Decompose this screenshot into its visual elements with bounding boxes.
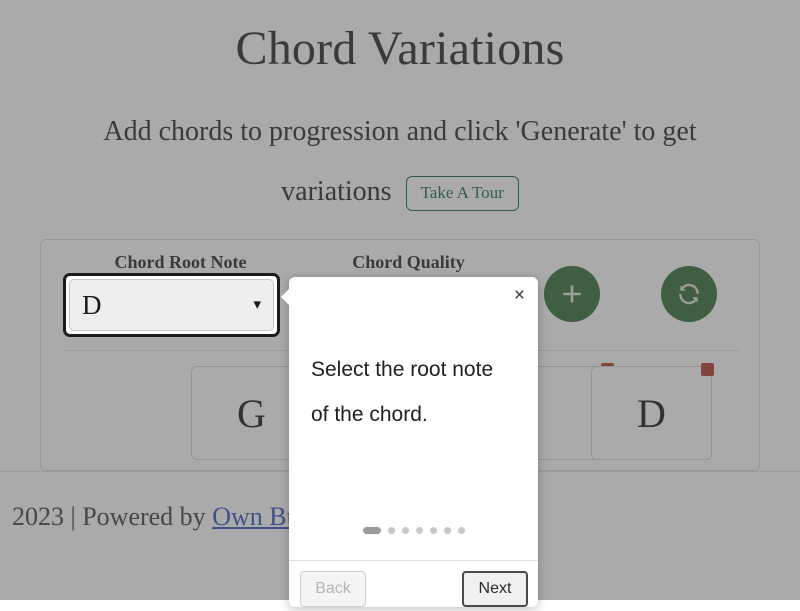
chord-root-note-select[interactable]: D ▾ <box>69 279 274 331</box>
tour-dot[interactable] <box>415 527 423 534</box>
tour-next-button[interactable]: Next <box>462 571 528 607</box>
tour-dot[interactable] <box>429 527 437 534</box>
tour-actions: Back Next <box>289 571 538 611</box>
tour-step-indicator <box>289 527 538 534</box>
tour-message: Select the root note of the chord. <box>311 358 494 426</box>
tour-dot[interactable] <box>401 527 409 534</box>
tour-dot[interactable] <box>457 527 465 534</box>
chord-root-note-spotlight: D ▾ <box>63 273 280 337</box>
chord-root-note-value: D <box>82 289 102 320</box>
chevron-down-icon: ▾ <box>253 296 261 313</box>
tour-popup: × Select the root note of the chord. Bac… <box>281 277 538 607</box>
tour-dot[interactable] <box>362 527 381 534</box>
tour-popup-arrow <box>281 288 290 306</box>
close-icon[interactable]: × <box>514 286 525 305</box>
tour-separator <box>289 560 538 561</box>
tour-dot[interactable] <box>387 527 395 534</box>
tour-back-button[interactable]: Back <box>300 571 366 607</box>
tour-dot[interactable] <box>443 527 451 534</box>
